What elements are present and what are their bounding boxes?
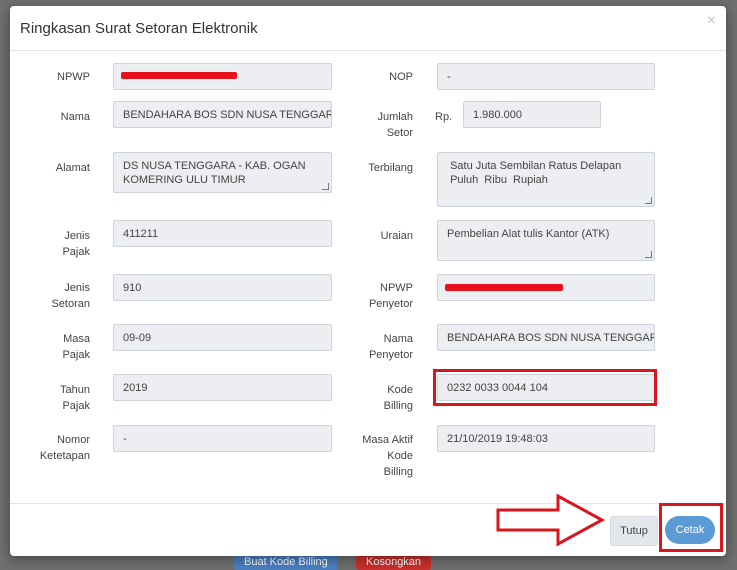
close-icon[interactable]: × xyxy=(707,12,716,30)
jenis-setoran-field[interactable]: 910 xyxy=(113,274,332,301)
npwp-redaction xyxy=(121,72,237,79)
buat-kode-billing-button[interactable]: Buat Kode Billing xyxy=(234,554,338,570)
nomor-ketetapan-field[interactable]: - xyxy=(113,425,332,452)
npwp-penyetor-label: NPWP Penyetor xyxy=(368,282,413,310)
nama-penyetor-label: Nama Penyetor xyxy=(368,333,413,361)
nama-label: Nama xyxy=(60,111,90,123)
npwp-penyetor-field[interactable] xyxy=(437,274,655,301)
modal-header: Ringkasan Surat Setoran Elektronik × xyxy=(10,6,726,51)
nomor-ketetapan-label: Nomor Ketetapan xyxy=(39,434,90,462)
nama-penyetor-field[interactable]: BENDAHARA BOS SDN NUSA TENGGARA xyxy=(437,324,655,351)
arrow-right-icon xyxy=(496,493,606,547)
nama-field[interactable]: BENDAHARA BOS SDN NUSA TENGGARA xyxy=(113,101,332,128)
currency-label: Rp. xyxy=(435,111,453,123)
jenis-setoran-label: Jenis Setoran xyxy=(51,282,90,310)
npwp-penyetor-redaction xyxy=(445,284,563,291)
jenis-pajak-field[interactable]: 411211 xyxy=(113,220,332,247)
nop-field[interactable]: - xyxy=(437,63,655,90)
masa-pajak-field[interactable]: 09-09 xyxy=(113,324,332,351)
ssp-summary-modal: Ringkasan Surat Setoran Elektronik × NPW… xyxy=(10,6,726,556)
masa-pajak-label: Masa Pajak xyxy=(62,333,90,361)
jumlah-setor-field[interactable]: 1.980.000 xyxy=(463,101,601,128)
alamat-field[interactable]: DS NUSA TENGGARA - KAB. OGAN KOMERING UL… xyxy=(113,152,332,193)
masa-aktif-label: Masa Aktif Kode Billing xyxy=(362,434,413,478)
cetak-button[interactable]: Cetak xyxy=(665,516,715,544)
uraian-field[interactable]: Pembelian Alat tulis Kantor (ATK) xyxy=(437,220,655,261)
terbilang-field[interactable]: Satu Juta Sembilan Ratus Delapan Puluh R… xyxy=(437,152,655,207)
npwp-field[interactable] xyxy=(113,63,332,90)
masa-aktif-field[interactable]: 21/10/2019 19:48:03 xyxy=(437,425,655,452)
kode-billing-highlight xyxy=(433,369,657,406)
kode-billing-label: Kode Billing xyxy=(383,384,413,412)
modal-footer-divider xyxy=(10,503,726,504)
jenis-pajak-label: Jenis Pajak xyxy=(62,230,90,258)
modal-title: Ringkasan Surat Setoran Elektronik xyxy=(20,20,258,37)
jumlah-setor-label: Jumlah Setor xyxy=(377,111,413,139)
tutup-button[interactable]: Tutup xyxy=(610,516,658,546)
npwp-label: NPWP xyxy=(57,71,90,83)
tahun-pajak-field[interactable]: 2019 xyxy=(113,374,332,401)
tahun-pajak-label: Tahun Pajak xyxy=(60,384,90,412)
uraian-label: Uraian xyxy=(380,230,413,242)
nop-label: NOP xyxy=(389,71,413,83)
kosongkan-button[interactable]: Kosongkan xyxy=(356,554,432,570)
alamat-label: Alamat xyxy=(55,162,90,174)
terbilang-label: Terbilang xyxy=(368,162,413,174)
